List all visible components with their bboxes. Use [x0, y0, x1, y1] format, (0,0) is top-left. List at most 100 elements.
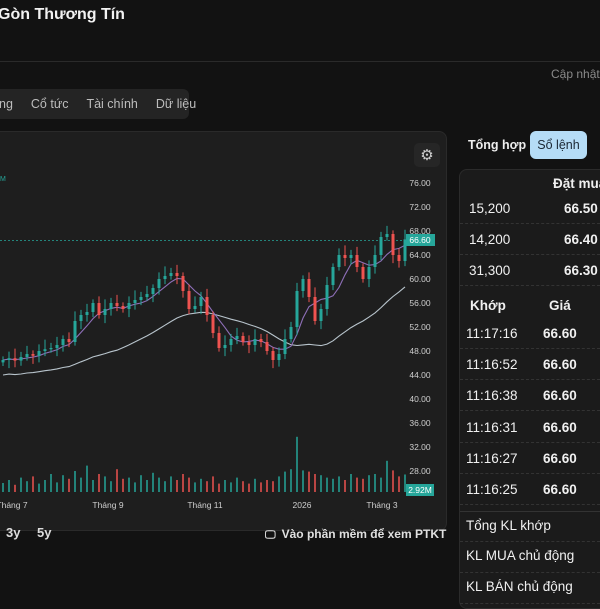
trades-price-header: Giá: [549, 298, 571, 313]
candle-body: [199, 297, 203, 306]
candle-body: [319, 309, 323, 321]
candle-body: [313, 297, 317, 321]
candle-body: [145, 294, 149, 297]
candle-body: [157, 279, 161, 288]
volume-bar: [308, 471, 310, 492]
summary-label: Tổng KL khớp: [466, 518, 551, 533]
candle-body: [205, 297, 209, 315]
volume-bar: [296, 436, 298, 492]
trade-price: 66.60: [543, 357, 577, 373]
candle-body: [325, 285, 329, 309]
volume-bar: [128, 477, 130, 492]
volume-bar: [152, 472, 154, 492]
ptkt-link[interactable]: 🖵 Vào phần mềm để xem PTKT: [265, 527, 446, 542]
tab-partial[interactable]: ng: [0, 97, 22, 111]
trade-time: 11:16:27: [466, 450, 518, 466]
volume-bar: [374, 474, 376, 492]
volume-bar: [194, 482, 196, 492]
volume-bar: [242, 481, 244, 492]
candle-body: [283, 339, 287, 354]
volume-bar: [266, 480, 268, 492]
trade-price: 66.60: [543, 450, 577, 466]
candle-body: [253, 339, 257, 345]
tab-financials[interactable]: Tài chính: [77, 97, 146, 111]
candle-body: [295, 291, 299, 327]
volume-label: 2.92M: [408, 485, 432, 495]
trade-row: 11:16:31 66.60: [460, 412, 600, 443]
candle-body: [7, 358, 11, 360]
trade-time: 11:16:25: [466, 482, 518, 497]
volume-bar: [32, 476, 34, 492]
gear-icon[interactable]: ⚙: [414, 143, 440, 167]
tab-order-book[interactable]: Sổ lệnh: [530, 131, 587, 159]
candle-body: [349, 255, 353, 258]
y-tick-label: 32.00: [409, 442, 431, 452]
volume-bar: [104, 476, 106, 492]
volume-bar: [254, 478, 256, 492]
volume-bar: [398, 476, 400, 492]
candle-body: [79, 315, 83, 321]
summary-row: KL MUA chủ động: [460, 542, 600, 573]
updated-label: Cập nhật: [551, 67, 600, 81]
candle-body: [43, 349, 47, 351]
volume-bar: [110, 481, 112, 492]
candle-body: [67, 339, 71, 342]
x-axis: Tháng 7 Tháng 9 Tháng 11 2026 Tháng 3: [0, 500, 398, 510]
candle-body: [355, 255, 359, 267]
candle-body: [193, 306, 197, 309]
trade-price: 66.60: [543, 482, 577, 497]
bid-row: 15,200 66.50: [460, 193, 600, 224]
volume-bar: [62, 475, 64, 492]
tab-data[interactable]: Dữ liệu: [147, 97, 205, 111]
candle-body: [139, 297, 143, 300]
tab-dividends[interactable]: Cổ tức: [22, 97, 78, 111]
tab-summary[interactable]: Tổng hợp: [468, 138, 526, 152]
volume-bar: [116, 469, 118, 492]
y-tick-label: 40.00: [409, 394, 431, 404]
candle-body: [85, 312, 89, 315]
volume-bar: [38, 483, 40, 492]
summary-row: Tổng KL khớp: [460, 511, 600, 542]
volume-bar: [86, 465, 88, 492]
volume-bar: [326, 477, 328, 492]
bid-price: 66.40: [564, 232, 598, 247]
candle-body: [271, 351, 275, 360]
volume-bar: [164, 481, 166, 492]
price-chart[interactable]: M 76.0072.0068.0064.0060.0056.0052.0048.…: [0, 170, 446, 515]
volume-bar: [272, 481, 274, 492]
candle-body: [301, 279, 305, 291]
candle-body: [277, 354, 281, 360]
section-tabs: ng Cổ tức Tài chính Dữ liệu: [0, 89, 196, 119]
bid-header: Đặt mua: [553, 176, 600, 191]
candle-body: [289, 327, 293, 339]
candle-body: [259, 339, 263, 342]
volume-bar: [404, 474, 406, 492]
range-3y[interactable]: 3y: [6, 525, 20, 540]
y-tick-label: 72.00: [409, 202, 431, 212]
candle-body: [103, 309, 107, 315]
candle-body: [127, 303, 131, 309]
candle-body: [187, 291, 191, 309]
volume-bars: [2, 436, 406, 492]
volume-bar: [158, 477, 160, 492]
trade-price: 66.60: [543, 419, 577, 435]
trade-time: 11:16:52: [466, 357, 518, 373]
y-tick-label: 64.00: [409, 250, 431, 260]
volume-bar: [122, 478, 124, 492]
volume-bar: [260, 482, 262, 492]
candle-body: [91, 303, 95, 312]
range-5y[interactable]: 5y: [37, 525, 51, 540]
trade-row: 11:16:52 66.60: [460, 349, 600, 381]
y-axis: 76.0072.0068.0064.0060.0056.0052.0048.00…: [409, 178, 431, 476]
volume-bar: [386, 460, 388, 492]
volume-bar: [368, 475, 370, 492]
volume-bar: [284, 471, 286, 492]
candle-body: [391, 234, 395, 255]
candle-body: [397, 255, 401, 261]
summary-row: KL BÁN chủ động: [460, 573, 600, 604]
volume-bar: [338, 476, 340, 492]
volume-bar: [20, 477, 22, 492]
candle-body: [37, 351, 41, 356]
volume-bar: [362, 478, 364, 492]
volume-bar: [50, 474, 52, 492]
